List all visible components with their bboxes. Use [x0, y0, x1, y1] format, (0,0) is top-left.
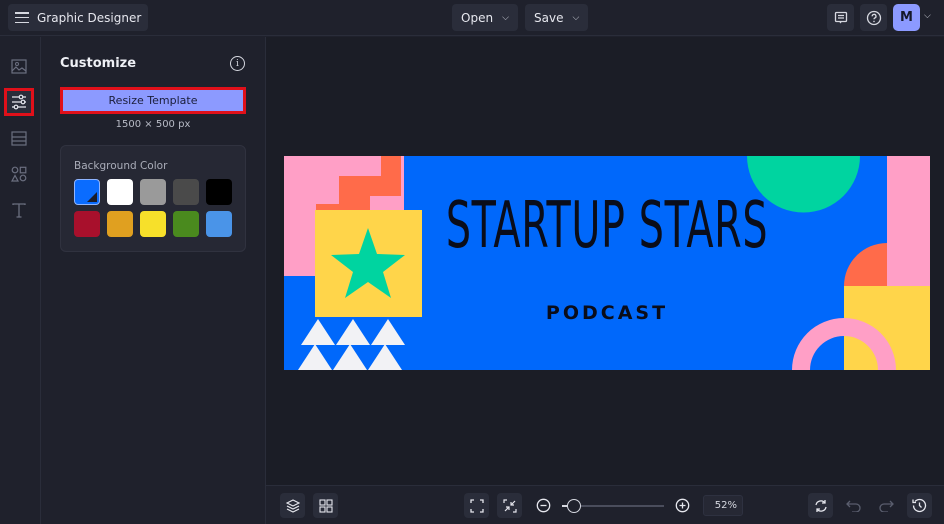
menu-icon: [15, 12, 29, 23]
customize-sliders-icon: [12, 94, 26, 110]
text-icon: [12, 203, 26, 218]
avatar[interactable]: M: [893, 4, 920, 31]
undo-button[interactable]: [841, 493, 866, 518]
chevron-down-icon: ⌵: [502, 12, 509, 23]
info-icon[interactable]: i: [230, 56, 245, 71]
background-color-label: Background Color: [74, 160, 168, 172]
chevron-down-icon: ⌵: [572, 12, 580, 23]
layout-icon: [11, 130, 27, 146]
rail-item-images[interactable]: [4, 52, 34, 80]
template-dimensions: 1500 × 500 px: [115, 119, 191, 130]
history-button[interactable]: [907, 493, 932, 518]
fit-screen-icon: [469, 498, 484, 513]
banner-subline[interactable]: PODCAST: [284, 302, 930, 324]
image-icon: [11, 58, 27, 74]
rail-item-customize[interactable]: [4, 88, 34, 116]
history-icon: [912, 498, 927, 513]
color-swatch[interactable]: [74, 179, 100, 205]
rail-item-shapes[interactable]: [4, 160, 34, 188]
white-triangles: [298, 319, 405, 370]
app-menu-button[interactable]: Graphic Designer: [8, 4, 149, 31]
undo-icon: [846, 500, 861, 512]
zoom-in-icon: [675, 498, 690, 513]
shapes-icon: [11, 166, 27, 182]
help-button[interactable]: [860, 4, 887, 31]
customize-panel: Customize i Resize Template 1500 × 500 p…: [41, 37, 266, 524]
background-color-card: Background Color: [60, 145, 246, 252]
color-swatch[interactable]: [206, 211, 232, 237]
pink-column: [887, 156, 930, 286]
design-banner[interactable]: STARTUP STARS PODCAST: [284, 156, 930, 370]
color-swatch[interactable]: [173, 179, 199, 205]
open-label: Open: [461, 10, 494, 25]
color-swatch[interactable]: [107, 179, 133, 205]
sync-icon: [814, 499, 827, 512]
orange-quarter-circle: [844, 243, 887, 286]
sync-button[interactable]: [808, 493, 833, 518]
shrink-button[interactable]: [497, 493, 522, 518]
color-swatch[interactable]: [173, 211, 199, 237]
banner-headline[interactable]: STARTUP STARS: [407, 194, 808, 258]
color-swatch[interactable]: [140, 211, 166, 237]
grid-button[interactable]: [313, 493, 338, 518]
top-bar: Graphic Designer Open ⌵ Save ⌵ M ⌵: [0, 0, 944, 36]
fit-screen-button[interactable]: [464, 493, 489, 518]
save-label: Save: [534, 10, 564, 25]
panel-title: Customize: [60, 56, 137, 71]
layers-icon: [285, 498, 300, 513]
layers-button[interactable]: [280, 493, 305, 518]
app-title: Graphic Designer: [37, 10, 142, 25]
color-swatch[interactable]: [74, 211, 100, 237]
open-button[interactable]: Open ⌵: [452, 4, 518, 31]
redo-icon: [879, 500, 894, 512]
feedback-icon: [834, 11, 847, 23]
zoom-level-input[interactable]: 52%: [703, 495, 743, 516]
color-swatch[interactable]: [206, 179, 232, 205]
save-button[interactable]: Save ⌵: [525, 4, 589, 31]
zoom-out-button[interactable]: [531, 493, 556, 518]
resize-template-button[interactable]: Resize Template: [60, 87, 246, 114]
rail-item-layout[interactable]: [4, 124, 34, 152]
bottom-toolbar: 52%: [266, 485, 944, 524]
chevron-down-icon[interactable]: ⌵: [924, 11, 931, 21]
color-swatch[interactable]: [140, 179, 166, 205]
shrink-icon: [502, 498, 517, 513]
zoom-in-button[interactable]: [670, 493, 695, 518]
redo-button[interactable]: [874, 493, 899, 518]
zoom-out-icon: [536, 498, 551, 513]
grid-icon: [318, 498, 333, 513]
help-icon: [866, 10, 881, 25]
tool-rail: [0, 37, 41, 524]
zoom-slider-thumb[interactable]: [567, 499, 582, 513]
color-swatch[interactable]: [107, 211, 133, 237]
feedback-button[interactable]: [827, 4, 854, 31]
rail-item-text[interactable]: [4, 196, 34, 224]
